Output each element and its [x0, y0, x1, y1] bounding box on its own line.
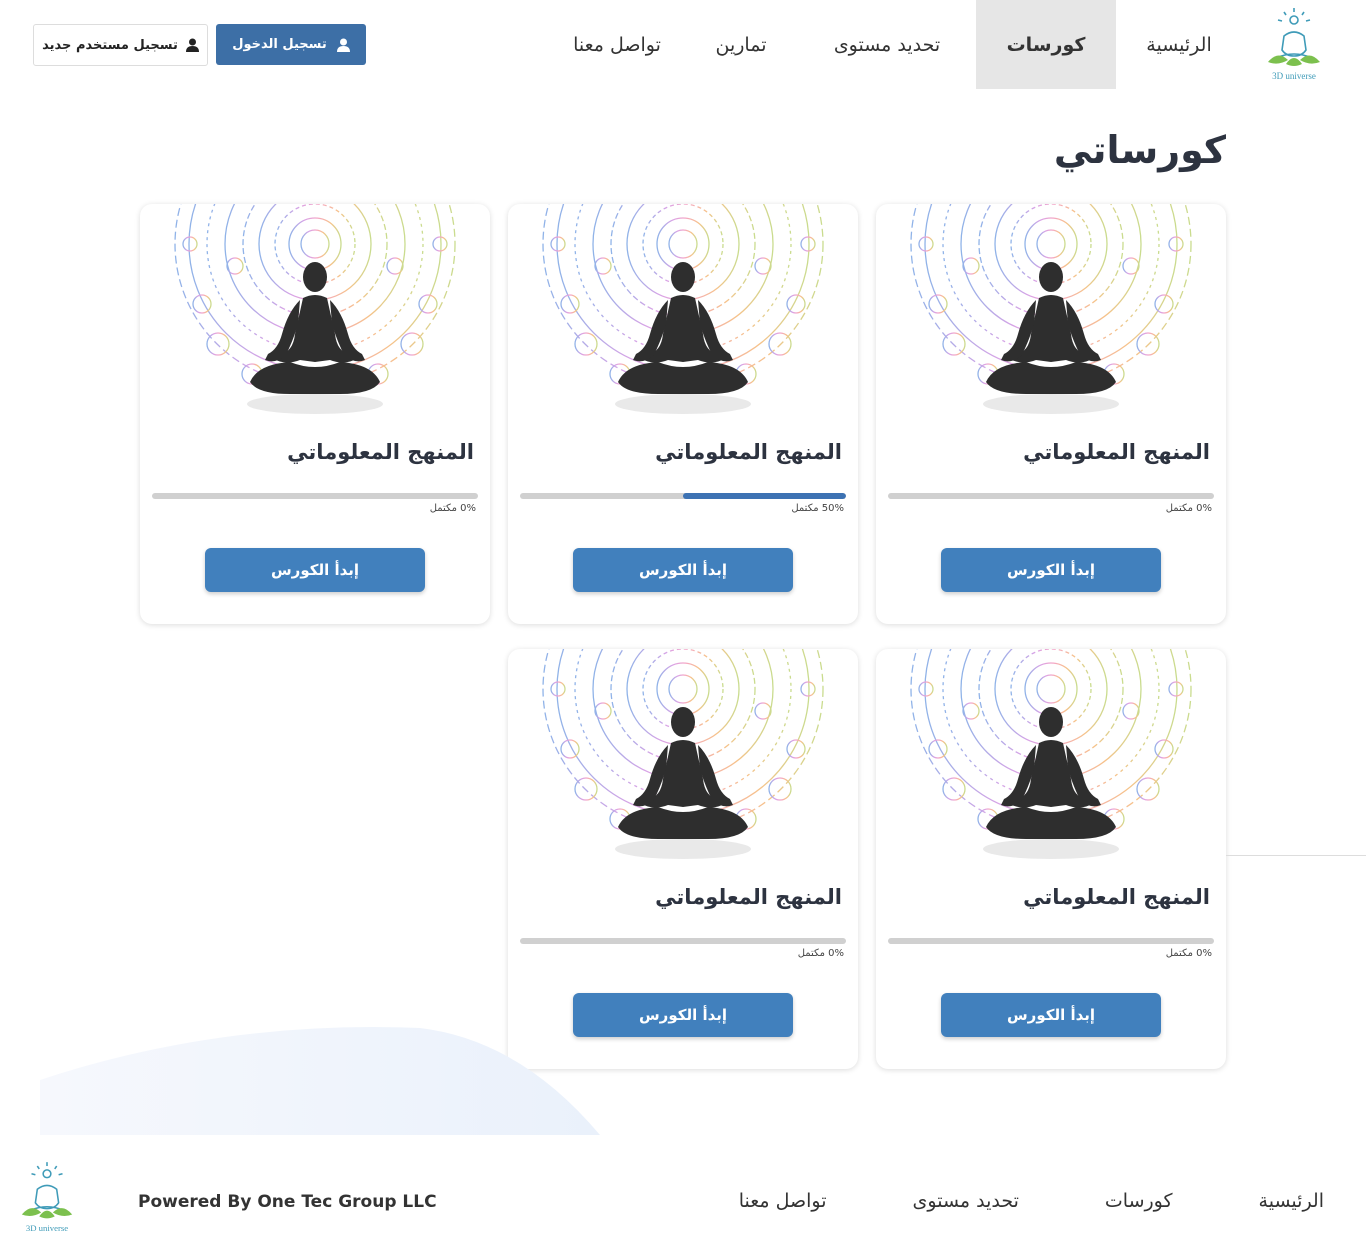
- course-card: المنهج المعلوماتي 0% مكتمل إبدأ الكورس: [876, 649, 1226, 1069]
- progress-label: 0% مكتمل: [1165, 503, 1212, 514]
- progress-label: 50% مكتمل: [791, 503, 844, 514]
- course-title: المنهج المعلوماتي: [1023, 885, 1210, 909]
- progress-bar: [888, 938, 1214, 944]
- auth-buttons: تسجيل الدخول تسجيل مستخدم جديد: [33, 24, 366, 66]
- progress-bar: [520, 938, 846, 944]
- start-course-button[interactable]: إبدأ الكورس: [205, 548, 425, 592]
- progress-bar: [888, 493, 1214, 499]
- progress-fill: [683, 493, 846, 499]
- progress-label: 0% مكتمل: [429, 503, 476, 514]
- progress-bar: [520, 493, 846, 499]
- header: الرئيسية كورسات تحديد مستوى تمارين تواصل…: [0, 0, 1366, 90]
- start-course-button[interactable]: إبدأ الكورس: [941, 993, 1161, 1037]
- footer-link-contact[interactable]: تواصل معنا: [739, 1190, 827, 1212]
- course-image: [508, 204, 858, 422]
- register-button[interactable]: تسجيل مستخدم جديد: [33, 24, 208, 66]
- nav-contact[interactable]: تواصل معنا: [550, 0, 684, 89]
- nav-exercises[interactable]: تمارين: [684, 0, 798, 89]
- course-title: المنهج المعلوماتي: [1023, 440, 1210, 464]
- footer-nav: الرئيسية كورسات تحديد مستوى تواصل معنا: [739, 1190, 1324, 1212]
- footer-link-home[interactable]: الرئيسية: [1259, 1190, 1324, 1212]
- footer: الرئيسية كورسات تحديد مستوى تواصل معنا P…: [0, 1148, 1366, 1251]
- course-image: [876, 649, 1226, 867]
- nav-level-test[interactable]: تحديد مستوى: [798, 0, 976, 89]
- course-title: المنهج المعلوماتي: [655, 885, 842, 909]
- course-card: المنهج المعلوماتي 0% مكتمل إبدأ الكورس: [140, 204, 490, 624]
- background-wave: [40, 1027, 600, 1135]
- page-title: كورساتي: [1053, 128, 1226, 172]
- footer-link-level-test[interactable]: تحديد مستوى: [913, 1190, 1019, 1212]
- nav-home[interactable]: الرئيسية: [1116, 0, 1242, 89]
- course-image: [876, 204, 1226, 422]
- progress-bar: [152, 493, 478, 499]
- powered-by: Powered By One Tec Group LLC: [138, 1192, 437, 1212]
- course-image: [508, 649, 858, 867]
- course-title: المنهج المعلوماتي: [655, 440, 842, 464]
- nav-courses[interactable]: كورسات: [976, 0, 1116, 89]
- user-icon: [185, 38, 199, 52]
- login-label: تسجيل الدخول: [232, 37, 327, 52]
- course-card: المنهج المعلوماتي 0% مكتمل إبدأ الكورس: [508, 649, 858, 1069]
- login-button[interactable]: تسجيل الدخول: [216, 24, 366, 65]
- register-label: تسجيل مستخدم جديد: [42, 37, 178, 53]
- course-card: المنهج المعلوماتي 0% مكتمل إبدأ الكورس: [876, 204, 1226, 624]
- user-icon: [336, 38, 350, 52]
- course-title: المنهج المعلوماتي: [287, 440, 474, 464]
- course-card: المنهج المعلوماتي 50% مكتمل إبدأ الكورس: [508, 204, 858, 624]
- footer-link-courses[interactable]: كورسات: [1105, 1190, 1173, 1212]
- start-course-button[interactable]: إبدأ الكورس: [941, 548, 1161, 592]
- brand-logo[interactable]: [1262, 6, 1326, 84]
- course-image: [140, 204, 490, 422]
- main-nav: الرئيسية كورسات تحديد مستوى تمارين تواصل…: [550, 0, 1242, 89]
- section-divider: [1226, 855, 1366, 856]
- start-course-button[interactable]: إبدأ الكورس: [573, 548, 793, 592]
- progress-label: 0% مكتمل: [797, 948, 844, 959]
- footer-logo[interactable]: [16, 1160, 78, 1236]
- progress-label: 0% مكتمل: [1165, 948, 1212, 959]
- start-course-button[interactable]: إبدأ الكورس: [573, 993, 793, 1037]
